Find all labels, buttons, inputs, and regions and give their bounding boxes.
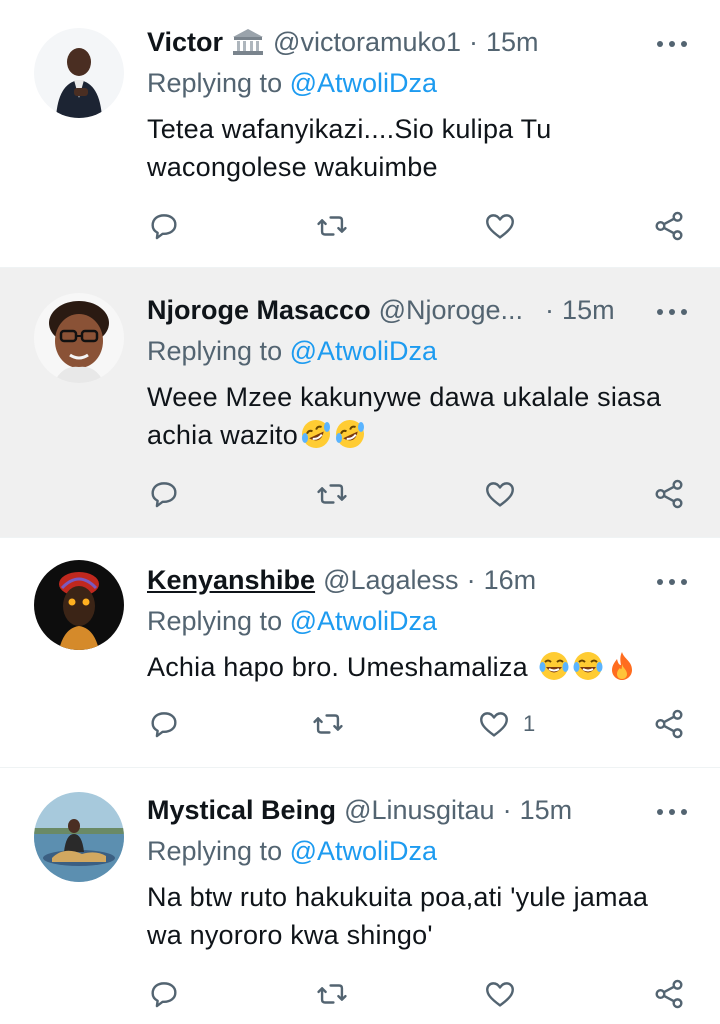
tears-of-joy-emoji bbox=[573, 652, 602, 680]
comment-icon bbox=[151, 712, 177, 738]
action-bar bbox=[147, 206, 690, 246]
tweet-header: Njoroge Masacco @Njoroge... · 15m bbox=[147, 290, 698, 330]
like-icon bbox=[480, 712, 508, 737]
tweet-text: Achia hapo bro. Umeshamaliza bbox=[147, 652, 536, 682]
share-button[interactable] bbox=[652, 206, 686, 246]
tweet-text: Na btw ruto hakukuita poa,ati 'yule jama… bbox=[147, 882, 649, 950]
tweet-header: Mystical Being @Linusgitau · 15m bbox=[147, 790, 698, 830]
tweet-text: Weee Mzee kakunywe dawa ukalale siasa ac… bbox=[147, 382, 662, 450]
avatar[interactable] bbox=[34, 28, 124, 118]
replying-to: Replying to @AtwoliDza bbox=[147, 606, 437, 637]
mention-link[interactable]: @AtwoliDza bbox=[290, 336, 437, 366]
share-icon bbox=[655, 479, 683, 509]
more-icon[interactable] bbox=[654, 576, 690, 588]
retweet-button[interactable] bbox=[311, 704, 345, 744]
replying-to: Replying to @AtwoliDza bbox=[147, 68, 437, 99]
avatar[interactable] bbox=[34, 792, 124, 882]
fire-emoji bbox=[611, 652, 632, 680]
separator-dot: · bbox=[502, 794, 512, 825]
more-icon[interactable] bbox=[654, 38, 690, 50]
replying-to: Replying to @AtwoliDza bbox=[147, 336, 437, 367]
like-count: 1 bbox=[523, 711, 536, 736]
tweet[interactable]: Njoroge Masacco @Njoroge... · 15m Replyi… bbox=[0, 268, 720, 538]
handle[interactable]: @victoramuko1 bbox=[273, 27, 461, 58]
tweet[interactable]: Victor @victoramuko1 · 15m Replying to @… bbox=[0, 0, 720, 268]
building-icon bbox=[231, 27, 265, 57]
reply-button[interactable] bbox=[147, 974, 181, 1014]
separator-dot: · bbox=[466, 564, 476, 595]
avatar[interactable] bbox=[34, 293, 124, 383]
like-button[interactable] bbox=[483, 474, 517, 514]
mention-link[interactable]: @AtwoliDza bbox=[290, 836, 437, 866]
handle[interactable]: @Lagaless bbox=[323, 565, 459, 596]
timestamp[interactable]: 16m bbox=[484, 565, 537, 596]
timestamp[interactable]: 15m bbox=[562, 295, 615, 326]
separator-dot: · bbox=[545, 294, 555, 325]
rolling-laughing-emoji bbox=[335, 420, 364, 448]
tweet-body: Achia hapo bro. Umeshamaliza bbox=[147, 648, 680, 686]
share-button[interactable] bbox=[652, 474, 686, 514]
replying-to-label: Replying to bbox=[147, 68, 283, 98]
share-icon bbox=[655, 709, 683, 739]
display-name[interactable]: Kenyanshibe bbox=[147, 565, 315, 596]
comment-icon bbox=[151, 214, 177, 240]
replying-to-label: Replying to bbox=[147, 836, 283, 866]
tweet-header: Victor @victoramuko1 · 15m bbox=[147, 22, 698, 62]
more-icon[interactable] bbox=[654, 806, 690, 818]
tears-of-joy-emoji bbox=[539, 652, 568, 680]
action-bar: 1 bbox=[147, 704, 690, 744]
action-bar bbox=[147, 474, 690, 514]
separator-dot: · bbox=[469, 26, 479, 57]
more-icon[interactable] bbox=[654, 306, 690, 318]
retweet-icon bbox=[317, 984, 347, 1004]
reply-button[interactable] bbox=[147, 206, 181, 246]
tweet-header: Kenyanshibe @Lagaless · 16m bbox=[147, 560, 698, 600]
action-bar bbox=[147, 974, 690, 1014]
retweet-icon bbox=[317, 484, 347, 504]
display-name[interactable]: Mystical Being bbox=[147, 795, 336, 826]
handle[interactable]: @Njoroge... bbox=[379, 295, 523, 326]
retweet-button[interactable] bbox=[315, 474, 349, 514]
timestamp[interactable]: 15m bbox=[520, 795, 573, 826]
retweet-icon bbox=[317, 216, 347, 236]
like-button[interactable] bbox=[483, 206, 517, 246]
tweet[interactable]: Kenyanshibe @Lagaless · 16m Replying to … bbox=[0, 538, 720, 768]
tweet[interactable]: Mystical Being @Linusgitau · 15m Replyin… bbox=[0, 768, 720, 1024]
comment-icon bbox=[151, 482, 177, 508]
replying-to: Replying to @AtwoliDza bbox=[147, 836, 437, 867]
share-button[interactable] bbox=[652, 974, 686, 1014]
share-button[interactable] bbox=[652, 704, 686, 744]
like-icon bbox=[486, 482, 514, 507]
mention-link[interactable]: @AtwoliDza bbox=[290, 606, 437, 636]
like-button[interactable] bbox=[483, 974, 517, 1014]
retweet-button[interactable] bbox=[315, 206, 349, 246]
reply-button[interactable] bbox=[147, 474, 181, 514]
mention-link[interactable]: @AtwoliDza bbox=[290, 68, 437, 98]
like-icon bbox=[486, 982, 514, 1007]
retweet-icon bbox=[313, 714, 343, 734]
comment-icon bbox=[151, 982, 177, 1008]
timestamp[interactable]: 15m bbox=[486, 27, 539, 58]
retweet-button[interactable] bbox=[315, 974, 349, 1014]
tweet-body: Weee Mzee kakunywe dawa ukalale siasa ac… bbox=[147, 378, 680, 454]
tweet-text: Tetea wafanyikazi....Sio kulipa Tu wacon… bbox=[147, 114, 552, 182]
replying-to-label: Replying to bbox=[147, 606, 283, 636]
display-name[interactable]: Njoroge Masacco bbox=[147, 295, 371, 326]
reply-button[interactable] bbox=[147, 704, 181, 744]
share-icon bbox=[655, 211, 683, 241]
share-icon bbox=[655, 979, 683, 1009]
handle[interactable]: @Linusgitau bbox=[344, 795, 495, 826]
replying-to-label: Replying to bbox=[147, 336, 283, 366]
like-button[interactable]: 1 bbox=[477, 704, 535, 744]
display-name[interactable]: Victor bbox=[147, 27, 223, 58]
rolling-laughing-emoji bbox=[301, 420, 330, 448]
avatar[interactable] bbox=[34, 560, 124, 650]
like-icon bbox=[486, 214, 514, 239]
